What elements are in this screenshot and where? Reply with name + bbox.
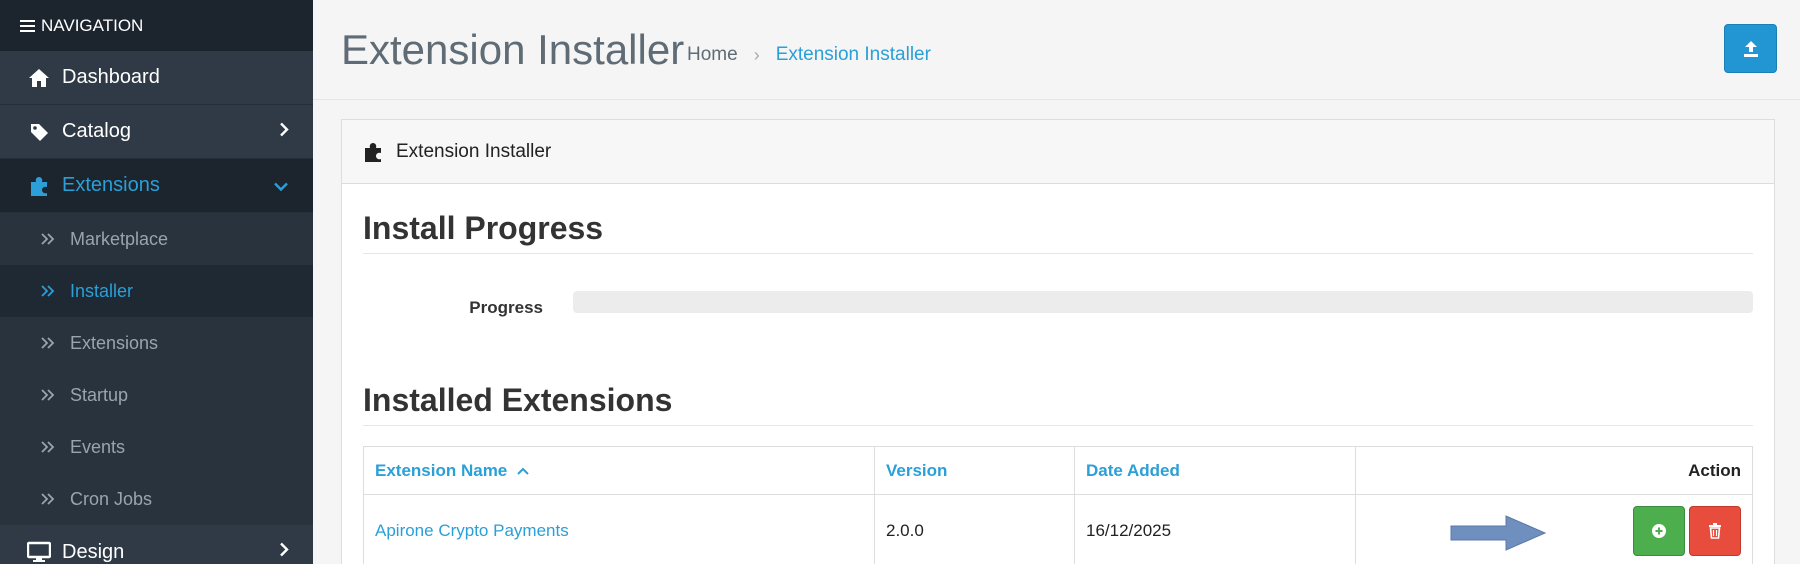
double-chevron-right-icon: [40, 336, 60, 350]
upload-icon: [1743, 40, 1758, 57]
table-row: Apirone Crypto Payments 2.0.0 16/12/2025: [363, 494, 1753, 564]
delete-button[interactable]: [1689, 505, 1741, 556]
sidebar-subitem-cron-jobs[interactable]: Cron Jobs: [0, 473, 313, 525]
installed-extensions-title: Installed Extensions: [363, 322, 1753, 426]
sidebar-item-label: Catalog: [62, 120, 131, 142]
page-title: Extension Installer: [341, 26, 685, 73]
extension-date-added: 16/12/2025: [1074, 494, 1356, 564]
sidebar-item-dashboard[interactable]: Dashboard: [0, 51, 313, 105]
sidebar: NAVIGATION Dashboard Catalog Extensions …: [0, 0, 313, 564]
double-chevron-right-icon: [40, 284, 60, 298]
sidebar-subitem-installer[interactable]: Installer: [0, 265, 313, 317]
puzzle-icon: [365, 142, 381, 162]
column-header-action: Action: [1355, 446, 1753, 495]
action-cell: [1355, 494, 1753, 564]
column-header-extension-name[interactable]: Extension Name: [363, 446, 875, 495]
extension-installer-panel: Extension Installer Install Progress Pro…: [341, 119, 1775, 564]
sidebar-subitem-label: Extensions: [70, 332, 159, 353]
extension-name-link[interactable]: Apirone Crypto Payments: [363, 494, 875, 564]
hamburger-icon[interactable]: [20, 17, 35, 35]
sidebar-subitem-label: Marketplace: [70, 228, 169, 249]
sidebar-item-label: Extensions: [62, 174, 160, 196]
upload-button[interactable]: [1724, 24, 1777, 73]
panel-body: Install Progress Progress Installed Exte…: [342, 184, 1774, 564]
sidebar-subitem-label: Cron Jobs: [70, 488, 153, 509]
nav-header-label: NAVIGATION: [41, 15, 144, 35]
column-header-date-added[interactable]: Date Added: [1074, 446, 1356, 495]
progress-bar: [573, 291, 1753, 313]
extension-version: 2.0.0: [874, 494, 1075, 564]
column-header-version[interactable]: Version: [874, 446, 1075, 495]
chevron-right-icon: [279, 120, 289, 143]
panel-heading-title: Extension Installer: [396, 140, 552, 162]
home-icon: [26, 65, 52, 91]
breadcrumb-home[interactable]: Home: [687, 44, 738, 66]
page-header: Extension Installer Home › Extension Ins…: [313, 0, 1800, 100]
install-button[interactable]: [1633, 505, 1685, 556]
installed-extensions-table: Extension Name Version Date Added Action…: [363, 446, 1753, 564]
puzzle-icon: [26, 173, 52, 199]
chevron-right-icon: [279, 541, 289, 564]
sidebar-item-extensions[interactable]: Extensions: [0, 159, 313, 213]
sidebar-subitem-marketplace[interactable]: Marketplace: [0, 213, 313, 265]
install-progress-title: Install Progress: [363, 184, 1753, 254]
sidebar-subitem-startup[interactable]: Startup: [0, 369, 313, 421]
double-chevron-right-icon: [40, 232, 60, 246]
chevron-up-icon: [517, 467, 529, 475]
sidebar-item-label: Design: [62, 540, 125, 563]
table-header-row: Extension Name Version Date Added Action: [363, 446, 1753, 495]
chevron-down-icon: [273, 174, 289, 197]
panel-heading: Extension Installer: [342, 120, 1774, 184]
plus-circle-icon: [1652, 523, 1666, 538]
nav-header[interactable]: NAVIGATION: [0, 0, 313, 51]
tag-icon: [26, 119, 52, 145]
breadcrumb: Home › Extension Installer: [687, 44, 931, 66]
sidebar-subitem-label: Startup: [70, 384, 129, 405]
trash-icon: [1709, 522, 1721, 539]
sidebar-subitem-extensions[interactable]: Extensions: [0, 317, 313, 369]
double-chevron-right-icon: [40, 440, 60, 454]
sidebar-subitem-label: Events: [70, 436, 126, 457]
breadcrumb-separator-icon: ›: [753, 44, 760, 65]
main-content: Extension Installer Home › Extension Ins…: [313, 0, 1800, 564]
sidebar-item-design[interactable]: Design: [0, 525, 313, 564]
sidebar-item-catalog[interactable]: Catalog: [0, 105, 313, 159]
breadcrumb-current[interactable]: Extension Installer: [776, 44, 931, 66]
double-chevron-right-icon: [40, 492, 60, 506]
double-chevron-right-icon: [40, 388, 60, 402]
progress-label: Progress: [469, 298, 543, 317]
monitor-icon: [26, 539, 52, 564]
sidebar-item-label: Dashboard: [62, 66, 160, 88]
sidebar-subitem-events[interactable]: Events: [0, 421, 313, 473]
pointer-arrow-icon: [1450, 515, 1547, 551]
sidebar-subitem-label: Installer: [70, 280, 134, 301]
progress-row: Progress: [363, 282, 1753, 322]
